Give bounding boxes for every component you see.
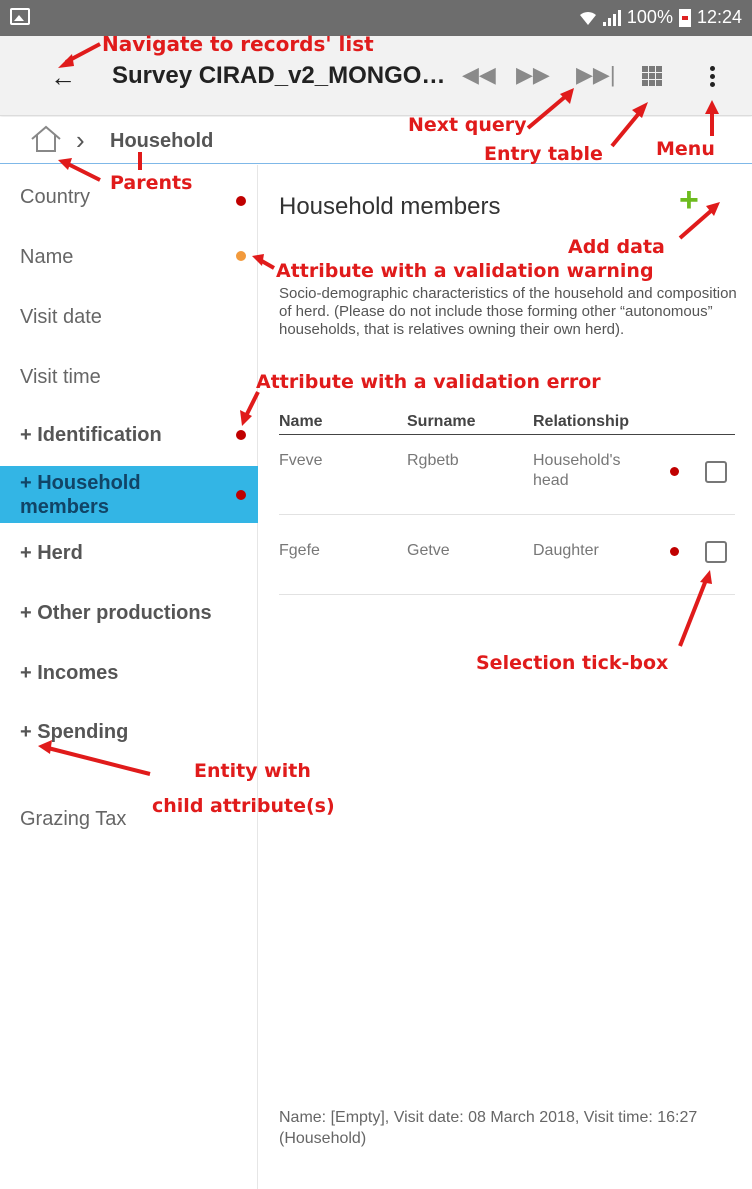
sidebar-item-herd[interactable]: + Herd bbox=[0, 527, 258, 579]
main-panel: Household members + Socio-demographic ch… bbox=[259, 165, 752, 1189]
error-dot bbox=[670, 547, 679, 556]
column-header-name: Name bbox=[279, 413, 323, 430]
annotation-menu: Menu bbox=[656, 138, 715, 160]
annotation-validation-warning: Attribute with a validation warning bbox=[276, 260, 654, 282]
battery-icon bbox=[678, 8, 691, 27]
row-select-checkbox[interactable] bbox=[705, 541, 727, 563]
gallery-icon bbox=[10, 8, 30, 25]
row-select-checkbox[interactable] bbox=[705, 461, 727, 483]
sidebar-item-other-productions[interactable]: + Other productions bbox=[0, 587, 258, 639]
annotation-entry-table: Entry table bbox=[484, 143, 603, 165]
annotation-next-query: Next query bbox=[408, 114, 527, 136]
sidebar-item-spending[interactable]: + Spending bbox=[0, 706, 258, 758]
sidebar-item-label: Country bbox=[20, 185, 91, 208]
sidebar-item-label: Visit date bbox=[20, 305, 102, 328]
skip-next-icon[interactable]: ▶▶| bbox=[576, 62, 616, 88]
fast-rewind-icon[interactable]: ◀◀ bbox=[462, 62, 496, 88]
cell-name: Fveve bbox=[279, 452, 323, 469]
record-summary: Name: [Empty], Visit date: 08 March 2018… bbox=[279, 1109, 698, 1147]
sidebar-item-label: + Spending bbox=[20, 720, 129, 743]
error-dot bbox=[236, 430, 246, 440]
table-row[interactable]: Fveve Rgbetb Household's head bbox=[279, 435, 735, 515]
sidebar-item-identification[interactable]: + Identification bbox=[0, 409, 258, 461]
error-dot bbox=[670, 467, 679, 476]
annotation-validation-error: Attribute with a validation error bbox=[256, 371, 601, 393]
grid-icon[interactable] bbox=[642, 66, 662, 86]
cell-surname: Getve bbox=[407, 542, 450, 559]
chevron-right-icon: › bbox=[76, 125, 85, 155]
table-row[interactable]: Fgefe Getve Daughter bbox=[279, 515, 735, 595]
sidebar-item-household-members[interactable]: + Household members bbox=[0, 466, 258, 523]
arrow-left-icon[interactable]: ← bbox=[50, 62, 76, 93]
sidebar-item-label: + Other productions bbox=[20, 601, 212, 624]
fast-forward-icon[interactable]: ▶▶ bbox=[516, 62, 550, 88]
cell-name: Fgefe bbox=[279, 542, 320, 559]
cell-relationship: Daughter bbox=[533, 542, 599, 559]
cell-relationship: Household's head bbox=[533, 452, 621, 489]
error-dot bbox=[236, 196, 246, 206]
sidebar-item-name[interactable]: Name bbox=[0, 231, 258, 283]
status-right: 100% 12:24 bbox=[579, 7, 742, 28]
survey-title: Survey CIRAD_v2_MONGO… bbox=[112, 62, 446, 89]
sidebar-item-label: Name bbox=[20, 245, 74, 268]
clock: 12:24 bbox=[696, 7, 742, 27]
more-vert-icon[interactable] bbox=[710, 66, 716, 90]
sidebar-item-visit-date[interactable]: Visit date bbox=[0, 291, 258, 343]
column-header-surname: Surname bbox=[407, 413, 476, 430]
sidebar-item-label: Grazing Tax bbox=[20, 807, 127, 830]
column-header-relationship: Relationship bbox=[533, 413, 630, 430]
annotation-selection-tickbox: Selection tick-box bbox=[476, 652, 669, 674]
breadcrumb-household[interactable]: Household bbox=[110, 130, 213, 153]
breadcrumb: › Household bbox=[0, 117, 752, 164]
entity-description: Socio-demographic characteristics of the… bbox=[279, 285, 737, 338]
annotation-entity-child-2: child attribute(s) bbox=[152, 795, 335, 817]
home-icon[interactable] bbox=[30, 125, 62, 153]
sidebar-item-label: + Identification bbox=[20, 423, 162, 446]
status-bar: 100% 12:24 bbox=[0, 0, 752, 36]
page-title: Household members bbox=[279, 193, 501, 220]
annotation-navigate: Navigate to records' list bbox=[102, 32, 374, 56]
sidebar-item-label: + Household members bbox=[20, 471, 141, 518]
add-icon[interactable]: + bbox=[679, 181, 699, 220]
error-dot bbox=[236, 490, 246, 500]
sidebar-item-incomes[interactable]: + Incomes bbox=[0, 647, 258, 699]
household-members-table: Name Surname Relationship Fveve Rgbetb H… bbox=[279, 411, 735, 595]
sidebar-item-label: + Incomes bbox=[20, 661, 119, 684]
signal-icon bbox=[602, 9, 621, 26]
attribute-sidebar: Country Name Visit date Visit time + Ide… bbox=[0, 165, 258, 1189]
annotation-entity-child-1: Entity with bbox=[194, 760, 311, 782]
sidebar-item-label: Visit time bbox=[20, 365, 101, 388]
annotation-add-data: Add data bbox=[568, 236, 665, 258]
sidebar-item-visit-time[interactable]: Visit time bbox=[0, 351, 258, 403]
warning-dot bbox=[236, 251, 246, 261]
battery-percent: 100% bbox=[626, 7, 673, 27]
sidebar-item-label: + Herd bbox=[20, 541, 83, 564]
annotation-parents: Parents bbox=[110, 172, 193, 194]
table-header: Name Surname Relationship bbox=[279, 411, 735, 435]
cell-surname: Rgbetb bbox=[407, 452, 459, 469]
wifi-icon bbox=[579, 9, 597, 27]
